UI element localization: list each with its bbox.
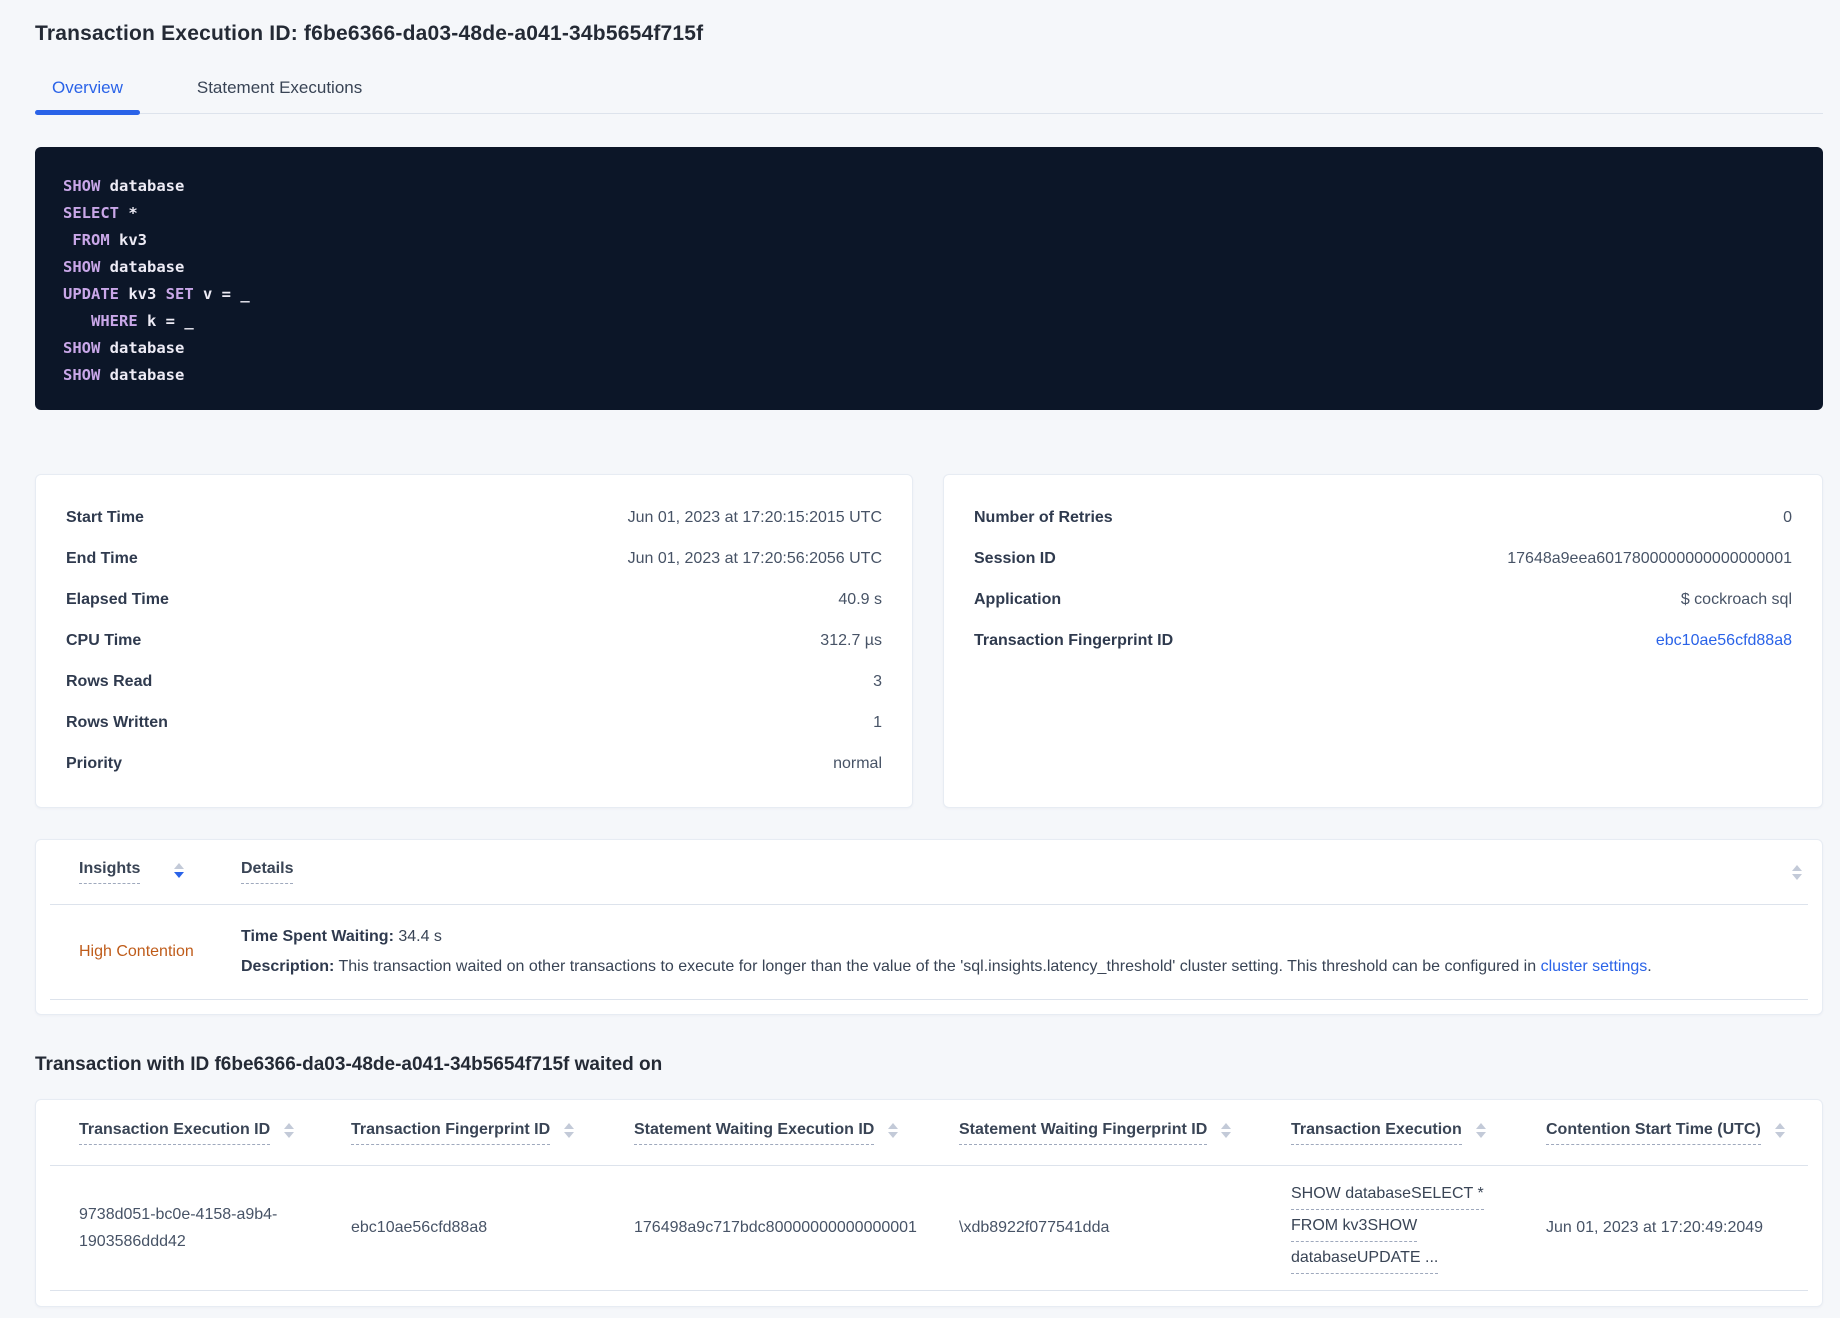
column-header-statement-waiting-execution-id[interactable]: Statement Waiting Execution ID: [634, 1121, 959, 1145]
details-column-label: Details: [241, 860, 294, 884]
sql-statements-box: SHOW database SELECT * FROM kv3 SHOW datab…: [35, 147, 1823, 410]
summary-row: Number of Retries 0: [974, 497, 1792, 538]
cell-transaction-fingerprint-id: ebc10ae56cfd88a8: [351, 1219, 488, 1236]
summary-label: Session ID: [974, 549, 1056, 567]
summary-value: Jun 01, 2023 at 17:20:56:2056 UTC: [627, 549, 882, 567]
summary-value: 1: [873, 713, 882, 731]
summary-row: Session ID 17648a9eea60178000000000000000…: [974, 538, 1792, 579]
transaction-execution-link[interactable]: SHOW databaseSELECT * FROM kv3SHOW datab…: [1291, 1180, 1516, 1274]
summary-label: Start Time: [66, 508, 144, 526]
insights-table-header: Insights Details: [50, 840, 1808, 905]
summary-row: Rows Read 3: [66, 661, 882, 702]
column-header-transaction-fingerprint-id[interactable]: Transaction Fingerprint ID: [351, 1121, 634, 1145]
summary-label: Transaction Fingerprint ID: [974, 631, 1174, 649]
summary-cards-row: Start Time Jun 01, 2023 at 17:20:15:2015 …: [35, 474, 1823, 808]
insight-description: Description: This transaction waited on …: [241, 958, 1652, 975]
waited-table-header: Transaction Execution ID Transaction Fing…: [50, 1100, 1808, 1166]
summary-label: CPU Time: [66, 631, 142, 649]
insights-column-header[interactable]: Insights: [79, 860, 241, 884]
cell-contention-start-time: Jun 01, 2023 at 17:20:49:2049: [1546, 1219, 1764, 1236]
summary-label: Priority: [66, 754, 123, 772]
page-title: Transaction Execution ID: f6be6366-da03-…: [35, 22, 704, 45]
insights-column-label: Insights: [79, 860, 141, 884]
tab-statement-executions-label: Statement Executions: [196, 78, 363, 97]
summary-row: Priority normal: [66, 743, 882, 784]
column-header-label: Transaction Fingerprint ID: [351, 1121, 551, 1145]
sql-line: UPDATE kv3 SET v = _: [63, 285, 250, 303]
summary-row: Application $ cockroach sql: [974, 579, 1792, 620]
summary-value: $ cockroach sql: [1680, 590, 1792, 608]
summary-label: Number of Retries: [974, 508, 1113, 526]
summary-label: Rows Read: [66, 672, 153, 690]
column-header-label: Statement Waiting Execution ID: [634, 1121, 875, 1145]
sort-icon[interactable]: [564, 1123, 575, 1138]
table-row: 9738d051-bc0e-4158-a9b4-1903586ddd42 ebc…: [50, 1166, 1808, 1291]
session-summary-card: Number of Retries 0 Session ID 17648a9eea60…: [943, 474, 1823, 808]
summary-row: Elapsed Time 40.9 s: [66, 579, 882, 620]
tab-overview[interactable]: Overview: [35, 78, 140, 115]
insights-table-card: Insights Details High Contention Time Sp…: [35, 839, 1823, 1015]
summary-value: 312.7 µs: [820, 631, 882, 649]
summary-value: 17648a9eea6017800000000000000001: [1507, 549, 1792, 567]
summary-row: Start Time Jun 01, 2023 at 17:20:15:2015 …: [66, 497, 882, 538]
cell-transaction-execution-id: 9738d051-bc0e-4158-a9b4-1903586ddd42: [79, 1206, 278, 1250]
high-contention-badge: High Contention: [79, 943, 194, 960]
summary-value: 0: [1783, 508, 1792, 526]
summary-row: Rows Written 1: [66, 702, 882, 743]
column-header-label: Statement Waiting Fingerprint ID: [959, 1121, 1208, 1145]
tab-bar: Overview Statement Executions: [35, 78, 1823, 115]
summary-label: End Time: [66, 549, 138, 567]
sort-icon[interactable]: [888, 1123, 899, 1138]
summary-row: CPU Time 312.7 µs: [66, 620, 882, 661]
sql-line: WHERE k = _: [91, 312, 194, 330]
insight-row: High Contention Time Spent Waiting: 34.4…: [50, 905, 1808, 1000]
sql-line: SHOW database: [63, 366, 185, 384]
summary-value: Jun 01, 2023 at 17:20:15:2015 UTC: [627, 508, 882, 526]
insight-details: Time Spent Waiting: 34.4 s Description: …: [241, 922, 1808, 982]
time-spent-waiting: Time Spent Waiting: 34.4 s: [241, 928, 442, 945]
sort-icon[interactable]: [1221, 1123, 1232, 1138]
summary-label: Application: [974, 590, 1062, 608]
sql-line: SHOW database: [63, 177, 185, 195]
cell-statement-waiting-fingerprint-id: \xdb8922f077541dda: [959, 1219, 1110, 1236]
sql-line: SELECT *: [63, 204, 138, 222]
waited-on-table-card: Transaction Execution ID Transaction Fing…: [35, 1099, 1823, 1307]
sort-icon[interactable]: [174, 862, 185, 878]
tab-statement-executions[interactable]: Statement Executions: [180, 78, 379, 113]
sort-icon[interactable]: [1792, 864, 1802, 880]
column-header-statement-waiting-fingerprint-id[interactable]: Statement Waiting Fingerprint ID: [959, 1121, 1291, 1145]
column-header-transaction-execution-id[interactable]: Transaction Execution ID: [79, 1121, 351, 1145]
summary-value: 40.9 s: [838, 590, 882, 608]
summary-value: normal: [833, 754, 882, 772]
summary-row: End Time Jun 01, 2023 at 17:20:56:2056 UT…: [66, 538, 882, 579]
column-header-contention-start-time-utc[interactable]: Contention Start Time (UTC): [1546, 1121, 1808, 1145]
sql-line: SHOW database: [63, 258, 185, 276]
column-header-label: Transaction Execution ID: [79, 1121, 271, 1145]
summary-label: Elapsed Time: [66, 590, 169, 608]
summary-label: Rows Written: [66, 713, 168, 731]
waited-on-heading: Transaction with ID f6be6366-da03-48de-a…: [35, 1054, 663, 1075]
cluster-settings-link[interactable]: cluster settings: [1541, 958, 1648, 975]
transaction-details-page: Transaction Execution ID: f6be6366-da03-…: [35, 0, 1823, 1307]
sql-line: SHOW database: [63, 339, 185, 357]
tab-overview-label: Overview: [52, 78, 123, 97]
column-header-label: Contention Start Time (UTC): [1546, 1121, 1761, 1145]
column-header-transaction-execution[interactable]: Transaction Execution: [1291, 1121, 1546, 1145]
summary-row: Transaction Fingerprint ID ebc10ae56cfd88…: [974, 620, 1792, 661]
summary-value: 3: [873, 672, 882, 690]
sql-line: FROM kv3: [72, 231, 147, 249]
sort-icon[interactable]: [1774, 1123, 1785, 1138]
column-header-label: Transaction Execution: [1291, 1121, 1462, 1145]
sort-icon[interactable]: [284, 1123, 295, 1138]
cell-statement-waiting-execution-id: 176498a9c717bdc80000000000000001: [634, 1219, 917, 1236]
transaction-fingerprint-link[interactable]: ebc10ae56cfd88a8: [1656, 632, 1792, 650]
sort-icon[interactable]: [1475, 1123, 1486, 1138]
execution-summary-card: Start Time Jun 01, 2023 at 17:20:15:2015 …: [35, 474, 913, 808]
cell-transaction-execution: SHOW databaseSELECT * FROM kv3SHOW datab…: [1291, 1180, 1546, 1276]
